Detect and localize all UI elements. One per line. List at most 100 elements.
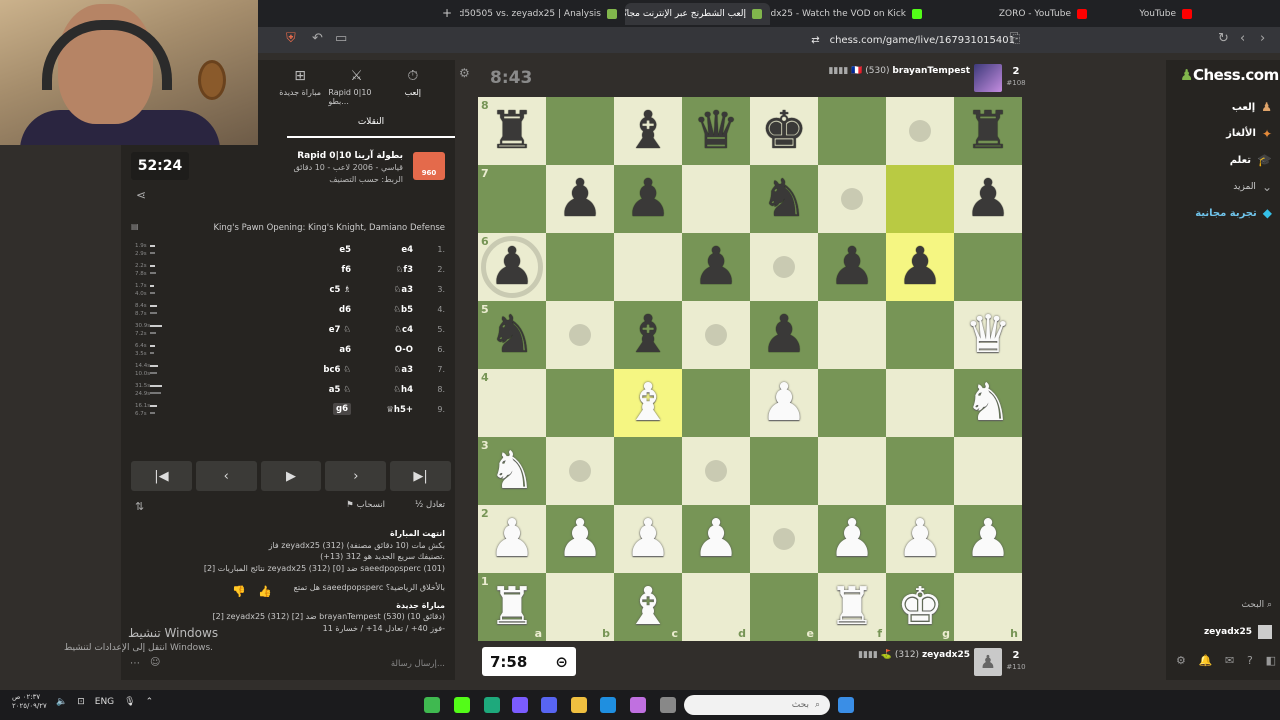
square-c2[interactable]: ♟	[614, 505, 682, 573]
square-c6[interactable]	[614, 233, 682, 301]
thumbs-up-icon[interactable]: 👍	[258, 585, 272, 598]
tray-chevron-icon[interactable]: ⌃	[146, 697, 154, 707]
tab-moves[interactable]: النقلات	[287, 114, 455, 138]
white-move[interactable]: ♘b5	[393, 305, 413, 315]
square-b1[interactable]: b	[546, 573, 614, 641]
discord-icon[interactable]	[541, 697, 557, 713]
white-piece[interactable]: ♟	[625, 513, 672, 565]
white-piece[interactable]: ♟	[693, 513, 740, 565]
square-b4[interactable]	[546, 369, 614, 437]
white-move[interactable]: ♘c4	[394, 325, 413, 335]
chess-board[interactable]: ♜ 8 ♝ ♛ ♚ ♜ 7 ♟ ♟ ♞ ♟ ♟ 6 ♟ ♟ ♟ ♞ 5 ♝ ♟ ♛ 4 ♝ ♟ ♞ ♞ 3 ♟ 2 ♟ ♟ ♟ ♟ ♟ ♟ ♜ 1 a b ♝…	[478, 97, 1022, 641]
square-f3[interactable]	[818, 437, 886, 505]
xbox-icon[interactable]	[424, 697, 440, 713]
square-b3[interactable]	[546, 437, 614, 505]
square-b5[interactable]	[546, 301, 614, 369]
white-piece[interactable]: ♛	[965, 309, 1012, 361]
black-piece[interactable]: ♜	[489, 105, 536, 157]
last-move-button[interactable]: ▶|	[390, 461, 451, 491]
white-piece[interactable]: ♟	[489, 513, 536, 565]
square-d4[interactable]	[682, 369, 750, 437]
square-c5[interactable]: ♝	[614, 301, 682, 369]
white-piece[interactable]: ♞	[489, 445, 536, 497]
square-e7[interactable]: ♞	[750, 165, 818, 233]
square-a6[interactable]: ♟ 6	[478, 233, 546, 301]
square-f2[interactable]: ♟	[818, 505, 886, 573]
copilot-icon[interactable]	[630, 697, 646, 713]
square-a1[interactable]: ♜ 1 a	[478, 573, 546, 641]
black-piece[interactable]: ♟	[761, 309, 808, 361]
system-clock[interactable]: ٠٢:٣٧ ص ٢٠٢٥/٠٩/٢٧	[12, 693, 47, 711]
square-h6[interactable]	[954, 233, 1022, 301]
black-piece[interactable]: ♟	[625, 173, 672, 225]
reload-icon[interactable]: ↻	[1218, 31, 1229, 46]
square-b7[interactable]: ♟	[546, 165, 614, 233]
square-f7[interactable]	[818, 165, 886, 233]
square-h1[interactable]: h	[954, 573, 1022, 641]
forward-icon[interactable]: ›	[1260, 31, 1265, 46]
black-piece[interactable]: ♝	[625, 309, 672, 361]
bookmark-icon[interactable]: ⎘	[1010, 31, 1020, 46]
taskbar-search[interactable]: بحث ⌕	[684, 695, 830, 715]
network-icon[interactable]: ⊡	[77, 697, 85, 707]
opponent-name[interactable]: brayanTempest	[892, 66, 970, 76]
url-field[interactable]: ⇄ chess.com/game/live/167931015401	[655, 31, 1025, 49]
square-a8[interactable]: ♜ 8	[478, 97, 546, 165]
mic-icon[interactable]: 🎙	[124, 697, 135, 707]
tab-tournament[interactable]: ⚔ Rapid 0|10 بطو...	[328, 68, 384, 112]
white-piece[interactable]: ♜	[829, 581, 876, 633]
black-piece[interactable]: ♞	[489, 309, 536, 361]
square-e1[interactable]: e	[750, 573, 818, 641]
white-piece[interactable]: ♟	[557, 513, 604, 565]
black-piece[interactable]: ♞	[761, 173, 808, 225]
square-a2[interactable]: ♟ 2	[478, 505, 546, 573]
square-d7[interactable]	[682, 165, 750, 233]
kick-icon[interactable]	[454, 697, 470, 713]
sidebar-item[interactable]: إلعب ♟	[1172, 100, 1272, 114]
speaker-icon[interactable]: 🔈	[56, 697, 67, 707]
snipping-icon[interactable]	[512, 697, 528, 713]
flip-board-icon[interactable]: ⇅	[135, 500, 144, 513]
search-link[interactable]: البحث ⌕	[1190, 600, 1272, 610]
browser-tab[interactable]: Yazeed50505 vs. zeyadx25 | Analysis	[460, 3, 625, 25]
square-c1[interactable]: ♝ c	[614, 573, 682, 641]
tab-new-game[interactable]: ⊞ مباراة جديدة	[272, 68, 328, 112]
white-piece[interactable]: ♝	[625, 377, 672, 429]
chesscom-logo[interactable]: ♟Chess.com	[1180, 66, 1279, 84]
square-h7[interactable]: ♟	[954, 165, 1022, 233]
black-move[interactable]: d6	[339, 305, 351, 315]
square-a4[interactable]: 4	[478, 369, 546, 437]
white-move[interactable]: ♘f3	[396, 265, 413, 275]
square-g8[interactable]	[886, 97, 954, 165]
square-b2[interactable]: ♟	[546, 505, 614, 573]
square-g3[interactable]	[886, 437, 954, 505]
sidebar-item[interactable]: المزيد ⌄	[1172, 180, 1272, 194]
square-h8[interactable]: ♜	[954, 97, 1022, 165]
browser-tab[interactable]: YouTube	[1100, 3, 1200, 25]
user-link[interactable]: zeyadx25	[1190, 625, 1272, 639]
sidebar-item[interactable]: تجربة مجانية ◆	[1172, 206, 1272, 220]
black-move[interactable]: g6	[333, 403, 351, 415]
square-c4[interactable]: ♝	[614, 369, 682, 437]
square-g6[interactable]: ♟	[886, 233, 954, 301]
draw-button[interactable]: ½ تعادل	[415, 500, 445, 510]
black-move[interactable]: a6	[339, 345, 351, 355]
white-piece[interactable]: ♝	[625, 581, 672, 633]
black-piece[interactable]: ♟	[897, 241, 944, 293]
square-g7[interactable]	[886, 165, 954, 233]
thumbs-down-icon[interactable]: 👎	[232, 585, 246, 598]
square-g5[interactable]	[886, 301, 954, 369]
black-move[interactable]: c5 ♗	[329, 285, 351, 295]
first-move-button[interactable]: |◀	[131, 461, 192, 491]
language-indicator[interactable]: ENG	[95, 697, 114, 707]
more-icon[interactable]: ⋯	[130, 658, 140, 669]
black-piece[interactable]: ♟	[557, 173, 604, 225]
history-icon[interactable]: ↶	[312, 31, 323, 46]
square-c8[interactable]: ♝	[614, 97, 682, 165]
sidebar-item[interactable]: الألغاز ✦	[1172, 127, 1272, 141]
share-icon[interactable]: ⋖	[136, 188, 146, 202]
tab-play[interactable]: ⏱ إلعب	[385, 68, 441, 112]
collapse-icon[interactable]: ◧	[1266, 654, 1276, 667]
browser-tab[interactable]: zeyadx25 - Watch the VOD on Kick	[770, 3, 930, 25]
black-piece[interactable]: ♚	[761, 105, 808, 157]
